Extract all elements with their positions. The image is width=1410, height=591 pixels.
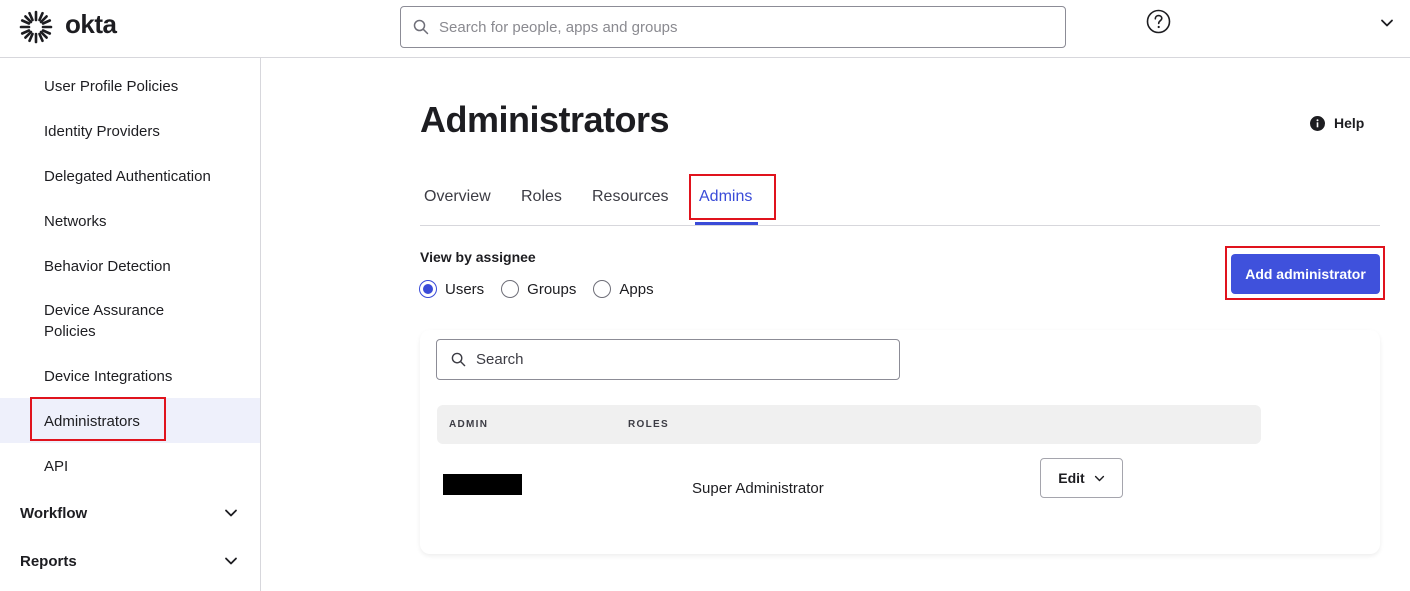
chevron-down-icon	[225, 509, 237, 517]
okta-logo[interactable]: okta	[19, 8, 117, 44]
top-bar: okta	[0, 0, 1410, 58]
info-icon	[1310, 115, 1325, 131]
sidebar-item-delegated-authentication[interactable]: Delegated Authentication	[0, 166, 260, 187]
admin-role-cell: Super Administrator	[692, 480, 824, 497]
edit-dropdown-button[interactable]: Edit	[1040, 458, 1123, 498]
add-administrator-button[interactable]: Add administrator	[1231, 254, 1380, 294]
sidebar-item-behavior-detection[interactable]: Behavior Detection	[0, 256, 260, 277]
radio-label-groups: Groups	[527, 280, 577, 298]
radio-button[interactable]	[501, 280, 520, 298]
sidebar-item-device-assurance-policies[interactable]: Device Assurance Policies	[0, 300, 260, 342]
sidebar-item-device-integrations[interactable]: Device Integrations	[0, 366, 260, 387]
radio-label-users: Users	[445, 280, 485, 298]
tab-resources[interactable]: Resources	[592, 188, 668, 206]
sidebar-nav: User Profile Policies Identity Providers…	[0, 58, 261, 591]
radio-groups[interactable]: Groups	[501, 280, 576, 298]
help-link[interactable]: Help	[1310, 115, 1364, 131]
tab-admins[interactable]: Admins	[699, 188, 752, 206]
help-question-icon[interactable]	[1146, 9, 1171, 34]
radio-users[interactable]: Users	[419, 280, 484, 298]
search-icon	[413, 19, 429, 35]
help-label: Help	[1334, 115, 1365, 131]
admin-search-box[interactable]	[436, 339, 900, 380]
redacted-admin-name	[443, 474, 522, 495]
global-search-box[interactable]	[400, 6, 1066, 48]
table-header-row: ADMIN ROLES	[437, 405, 1261, 444]
admin-search-input[interactable]	[476, 351, 876, 368]
radio-apps[interactable]: Apps	[593, 280, 654, 298]
view-by-assignee-label: View by assignee	[420, 249, 536, 265]
radio-button[interactable]	[593, 280, 612, 298]
active-tab-indicator	[695, 222, 758, 225]
chevron-down-icon	[225, 557, 237, 565]
edit-button-label: Edit	[1058, 470, 1085, 486]
sidebar-item-networks[interactable]: Networks	[0, 211, 260, 232]
radio-label-apps: Apps	[619, 280, 654, 298]
sidebar-item-api[interactable]: API	[0, 456, 260, 477]
search-icon	[451, 352, 466, 367]
tab-roles[interactable]: Roles	[521, 188, 562, 206]
tab-overview[interactable]: Overview	[424, 188, 491, 206]
page-title: Administrators	[420, 99, 670, 140]
chevron-down-icon	[1094, 475, 1104, 481]
sidebar-item-user-profile-policies[interactable]: User Profile Policies	[0, 76, 260, 97]
column-header-roles: ROLES	[628, 419, 669, 430]
sidebar-section-label: Workflow	[20, 504, 88, 522]
tab-bar: Overview Roles Resources Admins	[420, 180, 1380, 226]
sidebar-item-administrators[interactable]: Administrators	[0, 398, 260, 443]
sidebar-section-reports[interactable]: Reports	[0, 549, 260, 573]
assignee-radio-group: Users Groups Apps	[419, 280, 671, 298]
account-menu-chevron-down-icon[interactable]	[1380, 16, 1394, 30]
sidebar-item-identity-providers[interactable]: Identity Providers	[0, 121, 260, 142]
radio-button-checked[interactable]	[419, 280, 437, 298]
sidebar-section-workflow[interactable]: Workflow	[0, 501, 260, 525]
brand-name: okta	[65, 8, 117, 39]
sidebar-section-label: Reports	[20, 552, 77, 570]
column-header-admin: ADMIN	[449, 419, 489, 430]
okta-sunburst-icon	[19, 10, 53, 44]
global-search-input[interactable]	[439, 18, 1039, 36]
